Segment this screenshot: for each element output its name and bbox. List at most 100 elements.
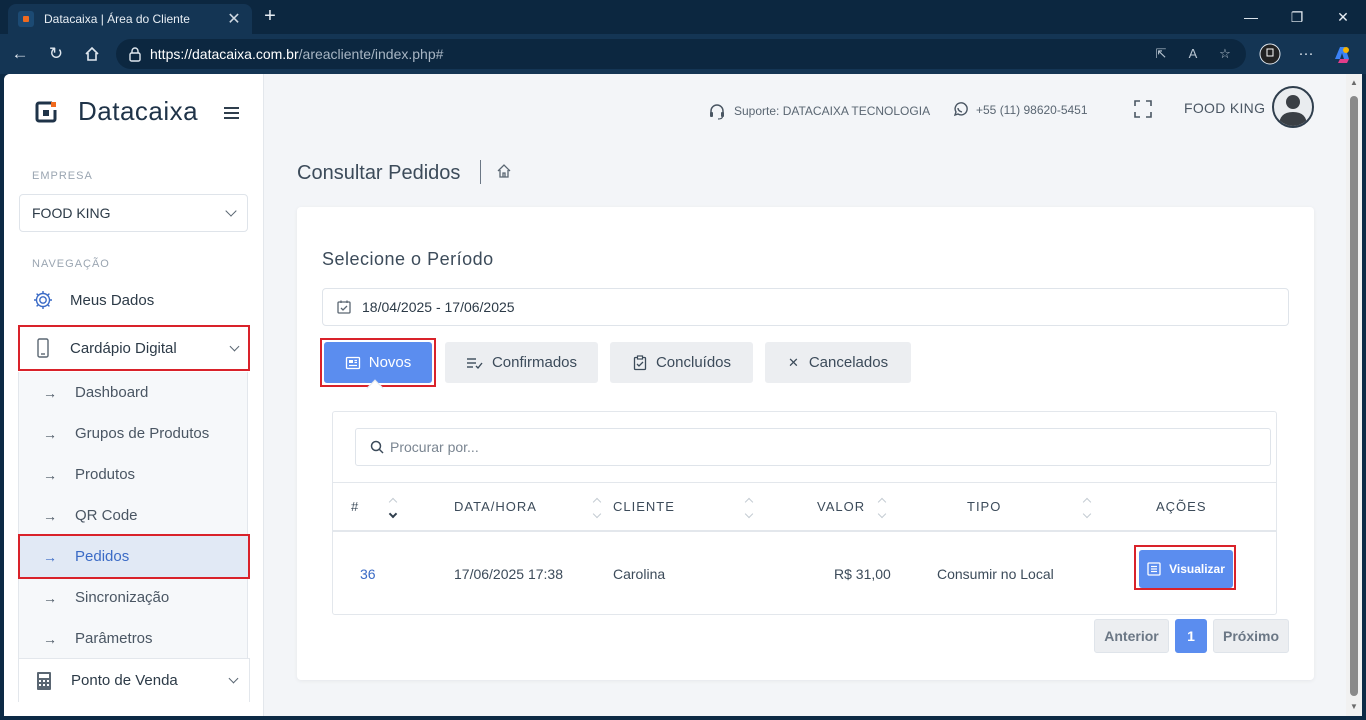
fullscreen-icon[interactable]	[1134, 100, 1152, 123]
minimize-icon[interactable]: —	[1228, 0, 1274, 34]
copilot-icon[interactable]	[1328, 40, 1356, 68]
document-list-icon	[1147, 562, 1161, 576]
sort-icon[interactable]	[1082, 495, 1093, 521]
home-browser-icon[interactable]	[78, 40, 106, 68]
scroll-down-icon[interactable]: ▼	[1349, 702, 1359, 712]
tab-label: Cancelados	[808, 354, 889, 371]
arrow-right-icon: →	[43, 589, 57, 606]
tab-title: Datacaixa | Área do Cliente	[44, 12, 190, 26]
submenu-item-produtos[interactable]: → Produtos	[19, 454, 249, 495]
submenu-item-grupos[interactable]: → Grupos de Produtos	[19, 413, 249, 454]
tab-concluidos[interactable]: Concluídos	[610, 342, 753, 383]
news-icon	[345, 356, 360, 369]
column-header[interactable]: VALOR	[817, 499, 865, 514]
tab-cancelados[interactable]: ✕ Cancelados	[765, 342, 911, 383]
arrow-right-icon: →	[43, 466, 57, 483]
tab-confirmados[interactable]: Confirmados	[445, 342, 598, 383]
x-icon: ✕	[787, 354, 799, 370]
cardapio-submenu: → Dashboard → Grupos de Produtos → Produ…	[18, 372, 249, 659]
sidebar-item-meus-dados[interactable]: Meus Dados	[18, 278, 250, 322]
order-value: R$ 31,00	[834, 566, 891, 582]
title-divider	[480, 160, 481, 184]
maximize-icon[interactable]: ❐	[1274, 0, 1320, 34]
submenu-item-parametros[interactable]: → Parâmetros	[19, 618, 249, 659]
profile-icon[interactable]	[1256, 40, 1284, 68]
pagination-current[interactable]: 1	[1175, 619, 1207, 653]
view-label: Visualizar	[1169, 562, 1225, 576]
sidebar-item-cardapio-digital[interactable]: Cardápio Digital	[18, 326, 250, 370]
more-menu-icon[interactable]: ···	[1292, 40, 1320, 68]
browser-tabbar: Datacaixa | Área do Cliente ✕ + — ❐ ✕	[0, 0, 1366, 34]
submenu-item-qr-code[interactable]: → QR Code	[19, 495, 249, 536]
new-tab-icon[interactable]: +	[258, 4, 282, 28]
sidebar-item-label: Ponto de Venda	[71, 672, 178, 689]
page-scrollbar[interactable]: ▲ ▼	[1346, 74, 1362, 716]
close-window-icon[interactable]: ✕	[1320, 0, 1366, 34]
smartphone-icon	[37, 338, 49, 358]
page-title: Consultar Pedidos	[297, 162, 461, 184]
sort-icon[interactable]	[877, 495, 888, 521]
column-header[interactable]: TIPO	[967, 499, 1001, 514]
period-label: Selecione o Período	[322, 249, 494, 269]
chevron-down-icon	[225, 205, 237, 217]
order-id-link[interactable]: 36	[360, 566, 376, 582]
chevron-down-icon	[229, 341, 240, 351]
submenu-label: Grupos de Produtos	[75, 425, 210, 442]
search-input[interactable]: Procurar por...	[355, 428, 1271, 466]
datacaixa-logo-icon	[34, 100, 58, 124]
brand-name: Datacaixa	[78, 96, 199, 126]
url-bar[interactable]: https://datacaixa.com.br/areacliente/ind…	[116, 39, 1246, 69]
tab-novos[interactable]: Novos	[324, 342, 432, 383]
column-header[interactable]: #	[351, 499, 359, 514]
submenu-item-dashboard[interactable]: → Dashboard	[19, 372, 249, 413]
reload-icon[interactable]: ↻	[42, 40, 70, 68]
sort-icon[interactable]	[592, 495, 603, 521]
hamburger-icon[interactable]	[224, 107, 239, 119]
arrow-right-icon: →	[43, 507, 57, 524]
clipboard-check-icon	[633, 354, 647, 370]
submenu-label: Parâmetros	[75, 630, 153, 647]
close-tab-icon[interactable]: ✕	[226, 9, 242, 29]
home-icon[interactable]	[496, 163, 512, 184]
sidebar-item-ponto-de-venda[interactable]: Ponto de Venda	[18, 658, 250, 702]
submenu-item-sincronizacao[interactable]: → Sincronização	[19, 577, 249, 618]
sidebar-item-label: Meus Dados	[70, 291, 155, 309]
read-aloud-icon[interactable]: A	[1184, 45, 1202, 63]
support-link[interactable]: Suporte: DATACAIXA TECNOLOGIA	[708, 102, 930, 120]
back-icon[interactable]: ←	[6, 40, 34, 68]
view-order-button[interactable]: Visualizar	[1139, 550, 1233, 588]
tab-label: Concluídos	[655, 354, 732, 371]
brand[interactable]: Datacaixa	[34, 96, 198, 127]
sort-icon[interactable]	[744, 495, 755, 521]
search-icon	[370, 440, 384, 454]
scroll-up-icon[interactable]: ▲	[1349, 78, 1359, 88]
empresa-select[interactable]: FOOD KING	[19, 194, 248, 232]
address-toolbar: ← ↻ https://datacaixa.com.br/areacliente…	[0, 34, 1366, 74]
pagination-prev[interactable]: Anterior	[1094, 619, 1169, 653]
date-range-input[interactable]: 18/04/2025 - 17/06/2025	[322, 288, 1289, 326]
column-header[interactable]: DATA/HORA	[454, 499, 537, 514]
avatar[interactable]	[1272, 86, 1314, 128]
arrow-right-icon: →	[43, 384, 57, 401]
scroll-thumb[interactable]	[1350, 96, 1358, 696]
user-name[interactable]: FOOD KING	[1184, 100, 1265, 116]
headset-icon	[710, 104, 724, 120]
sort-icon[interactable]	[388, 495, 399, 521]
empresa-value: FOOD KING	[32, 205, 111, 221]
column-header[interactable]: CLIENTE	[613, 499, 675, 514]
table-row: 36 17/06/2025 17:38 Carolina R$ 31,00 Co…	[333, 534, 1276, 614]
tab-label: Confirmados	[491, 354, 578, 371]
arrow-right-icon: →	[43, 425, 57, 442]
page: Datacaixa EMPRESA FOOD KING NAVEGAÇÃO Me…	[4, 74, 1346, 716]
column-header: AÇÕES	[1156, 499, 1207, 514]
order-client: Carolina	[613, 566, 666, 582]
browser-tab[interactable]: Datacaixa | Área do Cliente ✕	[8, 4, 252, 34]
favorite-star-icon[interactable]: ☆	[1216, 45, 1234, 63]
whatsapp-link[interactable]: +55 (11) 98620-5451	[952, 102, 1088, 118]
pagination-next[interactable]: Próximo	[1213, 619, 1289, 653]
arrow-right-icon: →	[43, 630, 57, 647]
favicon-icon	[18, 11, 34, 27]
submenu-item-pedidos[interactable]: → Pedidos	[19, 536, 249, 577]
open-app-icon[interactable]: ⇱	[1152, 45, 1170, 63]
order-datetime: 17/06/2025 17:38	[454, 566, 563, 582]
